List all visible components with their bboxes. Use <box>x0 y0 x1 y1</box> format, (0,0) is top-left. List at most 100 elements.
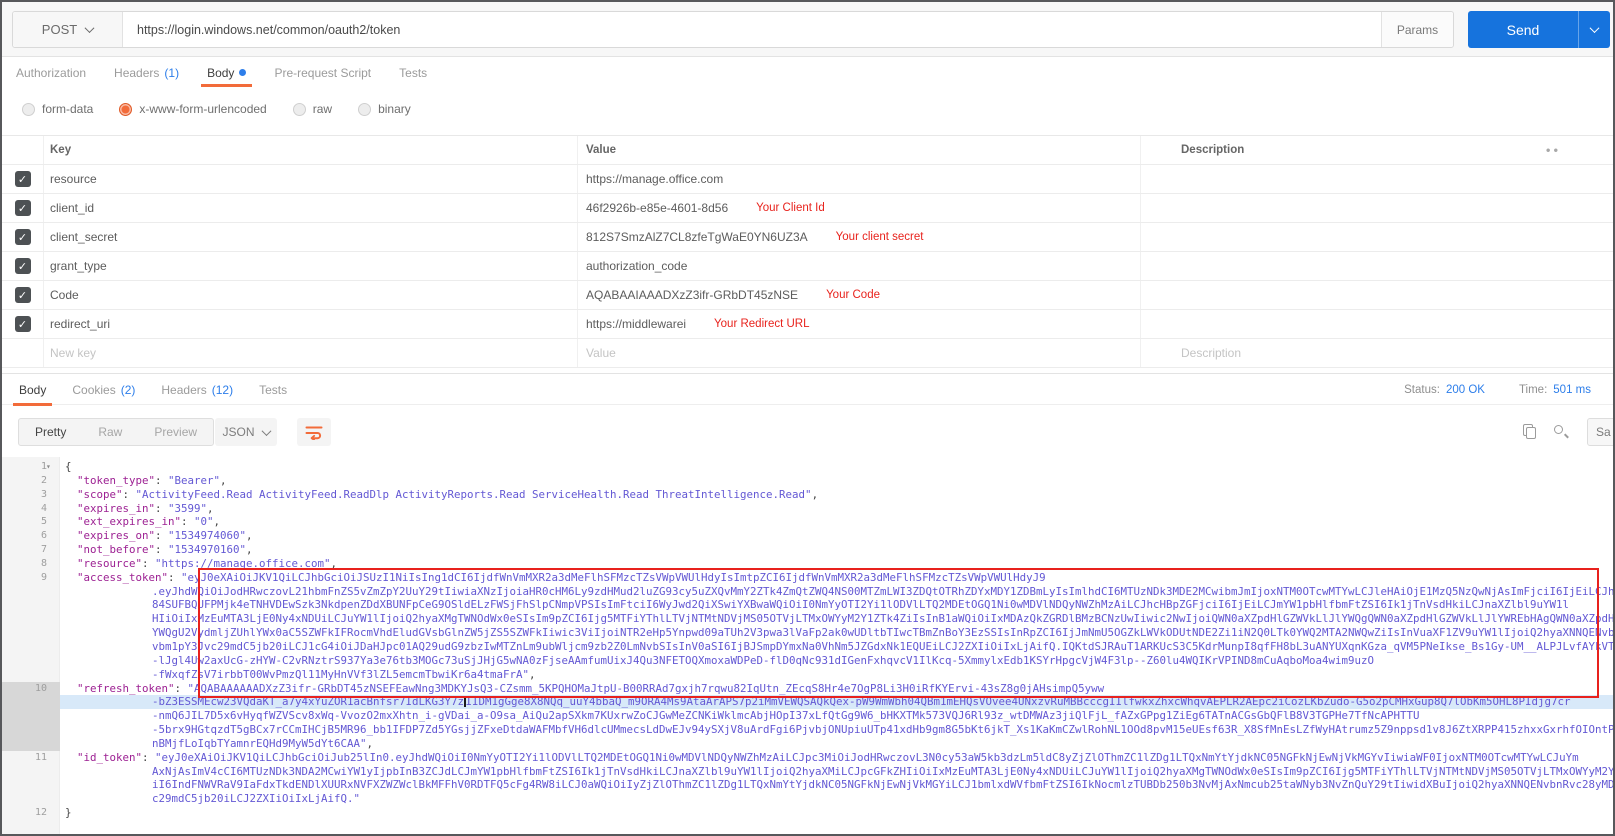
response-view-toolbar: PrettyRawPreview JSON Sa <box>2 406 1613 457</box>
code-line-text: -5brx9HGtqzdT5gBCx7rCCmIHCjB5MR96_bb1IFD… <box>60 723 1613 737</box>
code-line-text: "access_token": "eyJ0eXAiOiJKV1QiLCJhbGc… <box>60 571 1613 585</box>
code-token: , <box>812 488 819 501</box>
code-token: "access_token" <box>77 571 168 584</box>
row-checkbox[interactable]: ✓ <box>15 200 31 216</box>
code-token: YWQgU2VydmljZUhlYWx0aC5SZWFkIFRocmVhdElu… <box>152 626 1613 639</box>
tab-pre-request-script[interactable]: Pre-request Script <box>274 58 371 87</box>
line-number: 3 <box>2 488 60 502</box>
param-value-cell[interactable]: 46f2926b-e85e-4601-8d56Your Client Id <box>577 194 1140 222</box>
annotation-label: Your Redirect URL <box>714 318 809 330</box>
code-line-text: "not_before": "1534970160", <box>60 543 1613 557</box>
param-key-cell[interactable]: redirect_uri <box>44 317 577 331</box>
send-button[interactable]: Send <box>1468 11 1610 48</box>
save-response-button[interactable]: Sa <box>1587 418 1615 446</box>
response-tab-body[interactable]: Body <box>19 374 46 406</box>
body-mode-raw[interactable]: raw <box>293 102 332 116</box>
fold-caret-icon[interactable]: ▾ <box>46 460 51 474</box>
method-select[interactable]: POST <box>13 12 123 47</box>
param-value-cell[interactable]: https://middlewareiYour Redirect URL <box>577 310 1140 338</box>
response-body-viewer[interactable]: 1▾{2"token_type": "Bearer",3"scope": "Ac… <box>2 457 1613 836</box>
line-number <box>2 723 60 737</box>
row-checkbox[interactable]: ✓ <box>15 287 31 303</box>
row-checkbox[interactable]: ✓ <box>15 258 31 274</box>
tab-tests[interactable]: Tests <box>399 58 427 87</box>
new-key-input[interactable]: New key <box>44 346 577 360</box>
tab-label: Body <box>19 383 46 397</box>
param-key-cell[interactable]: resource <box>44 172 577 186</box>
tab-body[interactable]: Body <box>207 58 246 87</box>
radio-icon[interactable] <box>358 103 371 116</box>
code-line-text: iI6IndFNWVRaV9IaFdxTkdENDlXUURxNVFXZWZWc… <box>60 778 1613 792</box>
view-mode-raw[interactable]: Raw <box>82 419 138 445</box>
line-number: 9 <box>2 571 60 585</box>
response-tab-cookies[interactable]: Cookies(2) <box>72 374 135 406</box>
format-select[interactable]: JSON <box>215 418 277 446</box>
column-options-icon[interactable]: •• <box>1546 143 1561 158</box>
new-value-input[interactable]: Value <box>577 339 1140 367</box>
param-value-cell[interactable]: https://manage.office.com <box>577 165 1140 193</box>
code-line-text: -bZ3ESSMEcw23VQdaKT_a7y4xYuZOR1acBnfsr7I… <box>60 695 1613 709</box>
param-description-cell[interactable] <box>1140 223 1613 251</box>
table-row: ✓ redirect_urihttps://middlewareiYour Red… <box>2 310 1613 339</box>
response-tabs-bar: BodyCookies(2)Headers(12)Tests Status: 2… <box>2 373 1613 405</box>
response-tab-tests[interactable]: Tests <box>259 374 287 406</box>
code-token: , <box>367 737 374 750</box>
tab-label: Pre-request Script <box>274 66 371 80</box>
wrap-text-button[interactable] <box>297 418 331 446</box>
code-token: { <box>65 460 72 473</box>
radio-icon[interactable] <box>22 103 35 116</box>
code-line: 1▾{ <box>2 460 1613 474</box>
new-description-input[interactable]: Description <box>1140 339 1613 367</box>
row-checkbox-cell: ✓ <box>2 194 44 222</box>
status-value[interactable]: 200 OK <box>1446 384 1485 396</box>
param-key-cell[interactable]: client_id <box>44 201 577 215</box>
radio-icon[interactable] <box>293 103 306 116</box>
radio-icon[interactable] <box>119 103 132 116</box>
send-button-label[interactable]: Send <box>1468 11 1578 48</box>
chevron-down-icon <box>1590 23 1600 33</box>
row-checkbox[interactable]: ✓ <box>15 229 31 245</box>
send-options-caret[interactable] <box>1578 11 1610 48</box>
annotation-label: Your client secret <box>836 231 924 243</box>
view-mode-preview[interactable]: Preview <box>138 419 213 445</box>
param-value-cell[interactable]: AQABAAIAAADXzZ3ifr-GRbDT45zNSEYour Code <box>577 281 1140 309</box>
params-button[interactable]: Params <box>1381 12 1453 47</box>
code-token: : <box>155 474 168 487</box>
code-token: "https://manage.office.com" <box>155 557 331 570</box>
response-tab-headers[interactable]: Headers(12) <box>161 374 233 406</box>
body-mode-x-www-form-urlencoded[interactable]: x-www-form-urlencoded <box>119 102 266 116</box>
param-description-cell[interactable] <box>1140 310 1613 338</box>
code-line: -lJgl4Uw2axUcG-zHYW-C2vRNztrS937Ya3e76tb… <box>2 654 1613 668</box>
body-mode-binary[interactable]: binary <box>358 102 411 116</box>
time-value[interactable]: 501 ms <box>1553 384 1591 396</box>
param-key-cell[interactable]: grant_type <box>44 259 577 273</box>
body-mode-form-data[interactable]: form-data <box>22 102 93 116</box>
row-checkbox[interactable]: ✓ <box>15 316 31 332</box>
param-key-cell[interactable]: client_secret <box>44 230 577 244</box>
tab-headers[interactable]: Headers(1) <box>114 58 179 87</box>
line-number <box>2 778 60 792</box>
code-line: -nmQ6JIL7D5x6vHyqfWZVScv8xWq-VvozO2mxXht… <box>2 709 1613 723</box>
copy-response-icon[interactable] <box>1523 424 1537 440</box>
param-description-cell[interactable] <box>1140 252 1613 280</box>
format-label: JSON <box>222 425 254 439</box>
url-input[interactable]: https://login.windows.net/common/oauth2/… <box>123 12 1381 47</box>
urlencoded-params-table: Key Value Description •• ✓resourcehttps:… <box>2 135 1613 368</box>
code-token: "expires_on" <box>77 529 155 542</box>
code-line: 11"id_token": "eyJ0eXAiOiJKV1QiLCJhbGciO… <box>2 751 1613 765</box>
param-description-cell[interactable] <box>1140 165 1613 193</box>
code-token: "ActivityFeed.Read ActivityFeed.ReadDlp … <box>136 488 812 501</box>
param-description-cell[interactable] <box>1140 281 1613 309</box>
row-checkbox[interactable]: ✓ <box>15 171 31 187</box>
code-line-text: "expires_in": "3599", <box>60 502 1613 516</box>
param-value-cell[interactable]: 812S7SmzAlZ7CL8zfeTgWaE0YN6UZ3AYour clie… <box>577 223 1140 251</box>
param-key-cell[interactable]: Code <box>44 288 577 302</box>
code-token: , <box>207 502 214 515</box>
view-mode-pretty[interactable]: Pretty <box>19 419 82 445</box>
param-description-cell[interactable] <box>1140 194 1613 222</box>
search-response-icon[interactable] <box>1553 424 1569 440</box>
tab-authorization[interactable]: Authorization <box>16 58 86 87</box>
param-value-cell[interactable]: authorization_code <box>577 252 1140 280</box>
radio-label: form-data <box>42 102 93 116</box>
row-checkbox-cell: ✓ <box>2 281 44 309</box>
